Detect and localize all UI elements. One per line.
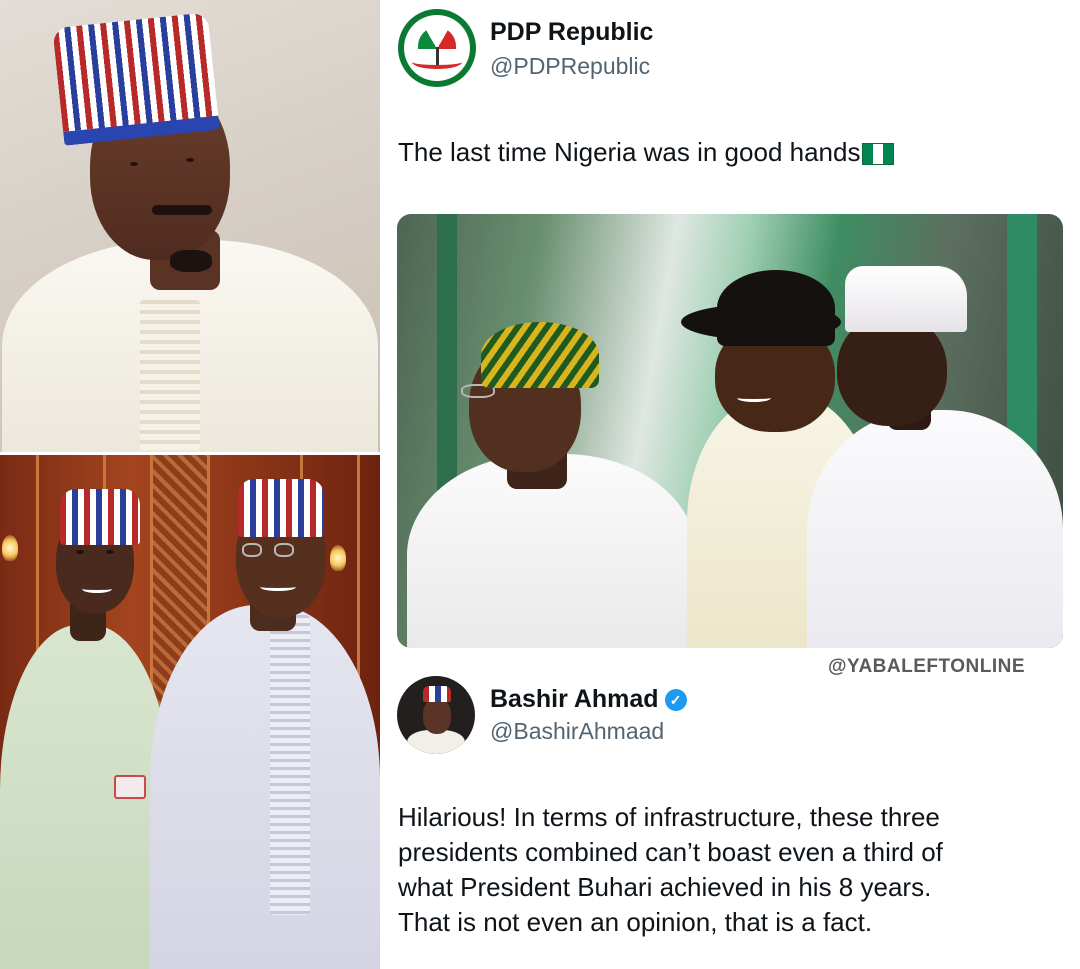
tweet-line: what President Buhari achieved in his 8 … (398, 872, 932, 903)
tweet-author-name[interactable]: PDP Republic (490, 18, 653, 47)
verified-badge-icon: ✓ (664, 689, 687, 712)
person-in-green-cap (397, 214, 697, 648)
tweet-line: That is not even an opinion, that is a f… (398, 907, 873, 938)
tweet-body: The last time Nigeria was in good hands (398, 137, 861, 167)
person-in-white-cap (797, 214, 1063, 648)
tweet-text: The last time Nigeria was in good hands (398, 135, 895, 170)
person-left (0, 455, 170, 969)
person-portrait (0, 0, 380, 452)
tweet-line: Hilarious! In terms of infrastructure, t… (398, 802, 940, 832)
person-right (150, 455, 380, 969)
tweet-author-handle[interactable]: @PDPRepublic (490, 53, 650, 80)
author-name-text[interactable]: Bashir Ahmad (490, 685, 659, 713)
meeting-photo (0, 455, 380, 969)
nigeria-flag-icon (862, 143, 895, 166)
pdp-logo-avatar[interactable] (398, 9, 476, 87)
tweet-author-handle[interactable]: @BashirAhmaad (490, 718, 664, 745)
watermark-text: @YABALEFTONLINE (828, 656, 1026, 677)
portrait-photo (0, 0, 380, 452)
tweet-author-name: Bashir Ahmad ✓ (490, 685, 687, 714)
bashir-ahmad-avatar[interactable] (397, 676, 475, 754)
tweet-line: presidents combined can’t boast even a t… (398, 837, 943, 868)
tweet-media-image[interactable] (397, 214, 1063, 648)
tweet-text: Hilarious! In terms of infrastructure, t… (398, 800, 943, 940)
